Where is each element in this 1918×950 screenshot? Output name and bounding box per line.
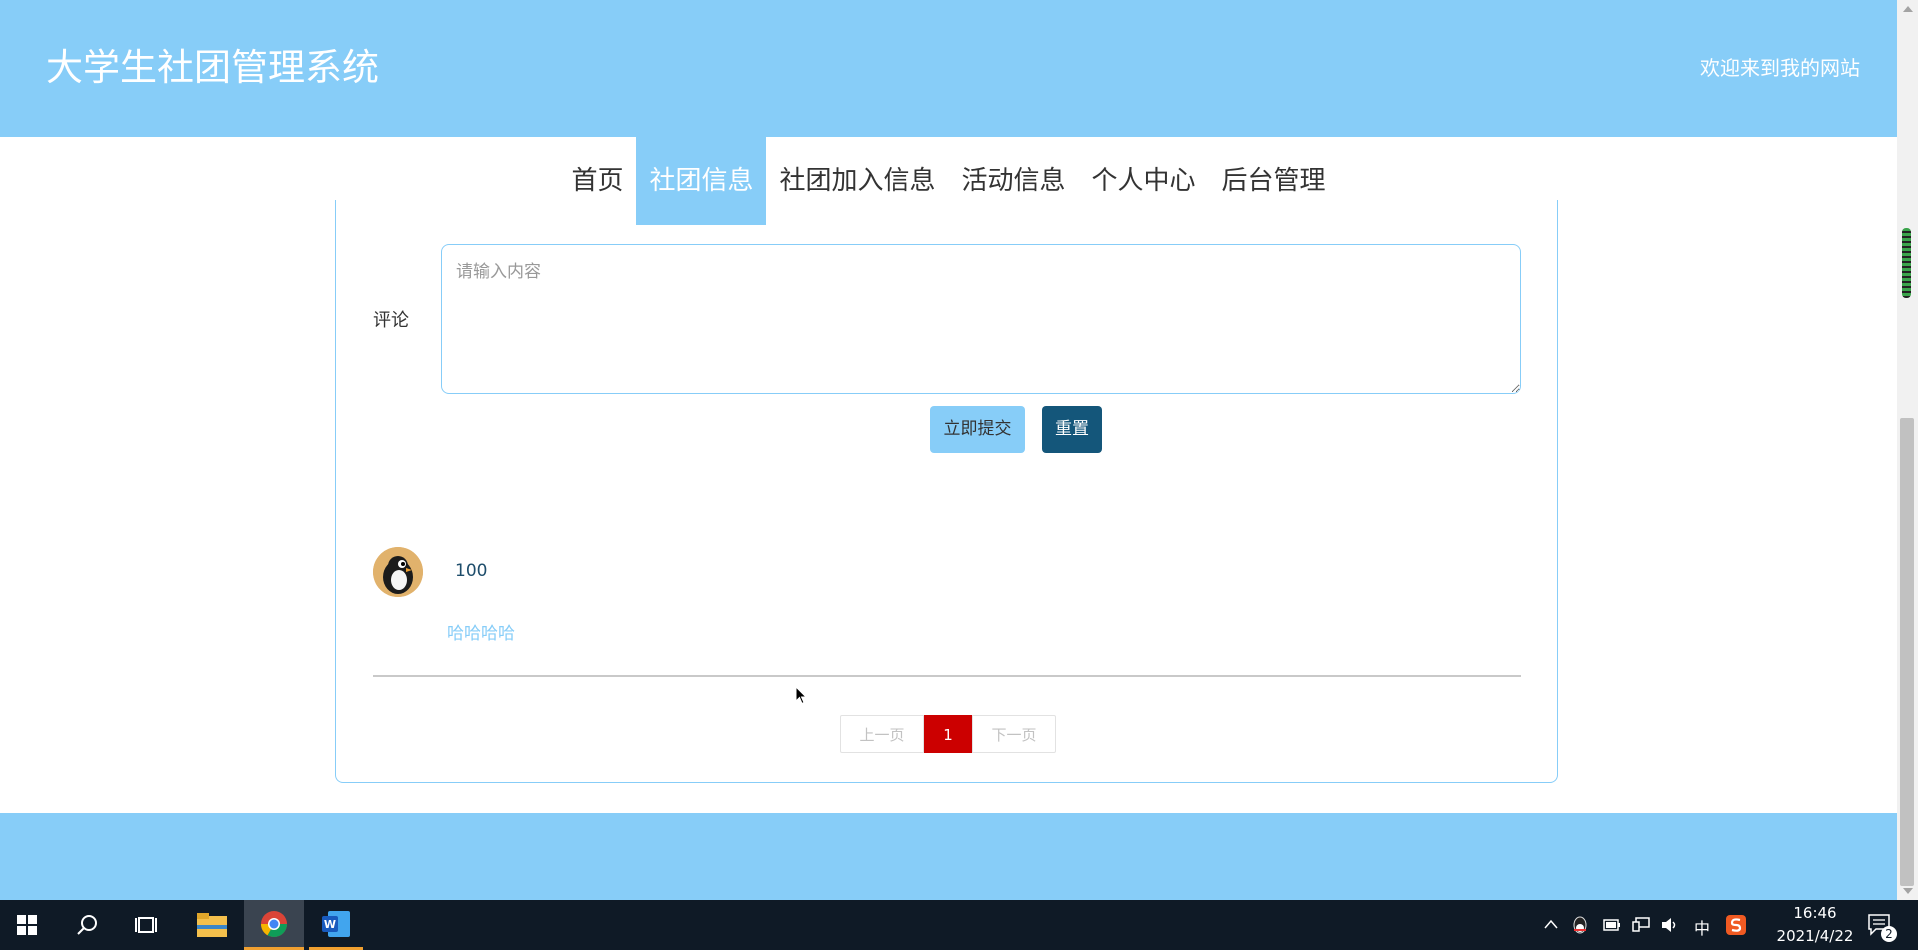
scroll-thumb[interactable] bbox=[1900, 418, 1914, 886]
clock-time[interactable]: 16:46 bbox=[1785, 904, 1845, 922]
tray-expand-icon[interactable] bbox=[1544, 919, 1558, 929]
site-footer bbox=[0, 813, 1897, 900]
welcome-text: 欢迎来到我的网站 bbox=[1700, 56, 1860, 80]
comment-textarea[interactable] bbox=[441, 244, 1521, 394]
comment-content: 哈哈哈哈 bbox=[447, 624, 515, 644]
avatar bbox=[373, 547, 423, 597]
scroll-indicator bbox=[1902, 228, 1911, 298]
volume-tray-icon[interactable] bbox=[1661, 917, 1679, 933]
comment-label: 评论 bbox=[373, 310, 409, 331]
comment-divider bbox=[373, 675, 1521, 677]
page-number-current[interactable]: 1 bbox=[924, 715, 972, 753]
vertical-scrollbar[interactable] bbox=[1897, 0, 1918, 900]
start-icon[interactable] bbox=[0, 900, 54, 950]
next-page-button[interactable]: 下一页 bbox=[972, 715, 1056, 753]
windows-taskbar: W 中 16:46 2021/4/22 2 bbox=[0, 900, 1918, 950]
submit-button[interactable]: 立即提交 bbox=[930, 406, 1025, 453]
scroll-down-icon[interactable] bbox=[1903, 888, 1913, 894]
battery-tray-icon[interactable] bbox=[1603, 919, 1621, 931]
notification-count-badge: 2 bbox=[1881, 926, 1897, 942]
pagination: 上一页 1 下一页 bbox=[840, 715, 1056, 753]
mouse-cursor-icon bbox=[795, 686, 807, 705]
word-icon[interactable]: W bbox=[309, 900, 363, 950]
network-tray-icon[interactable] bbox=[1632, 917, 1650, 933]
ime-indicator[interactable]: 中 bbox=[1694, 915, 1710, 939]
qq-tray-icon[interactable] bbox=[1572, 916, 1588, 934]
svg-text:W: W bbox=[324, 918, 336, 931]
task-view-icon[interactable] bbox=[122, 900, 172, 950]
clock-date[interactable]: 2021/4/22 bbox=[1766, 927, 1864, 945]
site-title: 大学生社团管理系统 bbox=[46, 46, 379, 89]
site-header: 大学生社团管理系统 欢迎来到我的网站 bbox=[0, 0, 1897, 137]
chrome-icon[interactable] bbox=[244, 900, 304, 950]
file-explorer-icon[interactable] bbox=[186, 900, 238, 950]
scroll-up-icon[interactable] bbox=[1903, 6, 1913, 12]
sogou-ime-icon[interactable] bbox=[1726, 915, 1746, 935]
penguin-avatar-icon bbox=[373, 547, 423, 597]
prev-page-button[interactable]: 上一页 bbox=[840, 715, 924, 753]
reset-button[interactable]: 重置 bbox=[1042, 406, 1102, 453]
comment-username: 100 bbox=[455, 561, 488, 581]
search-icon[interactable] bbox=[62, 900, 112, 950]
